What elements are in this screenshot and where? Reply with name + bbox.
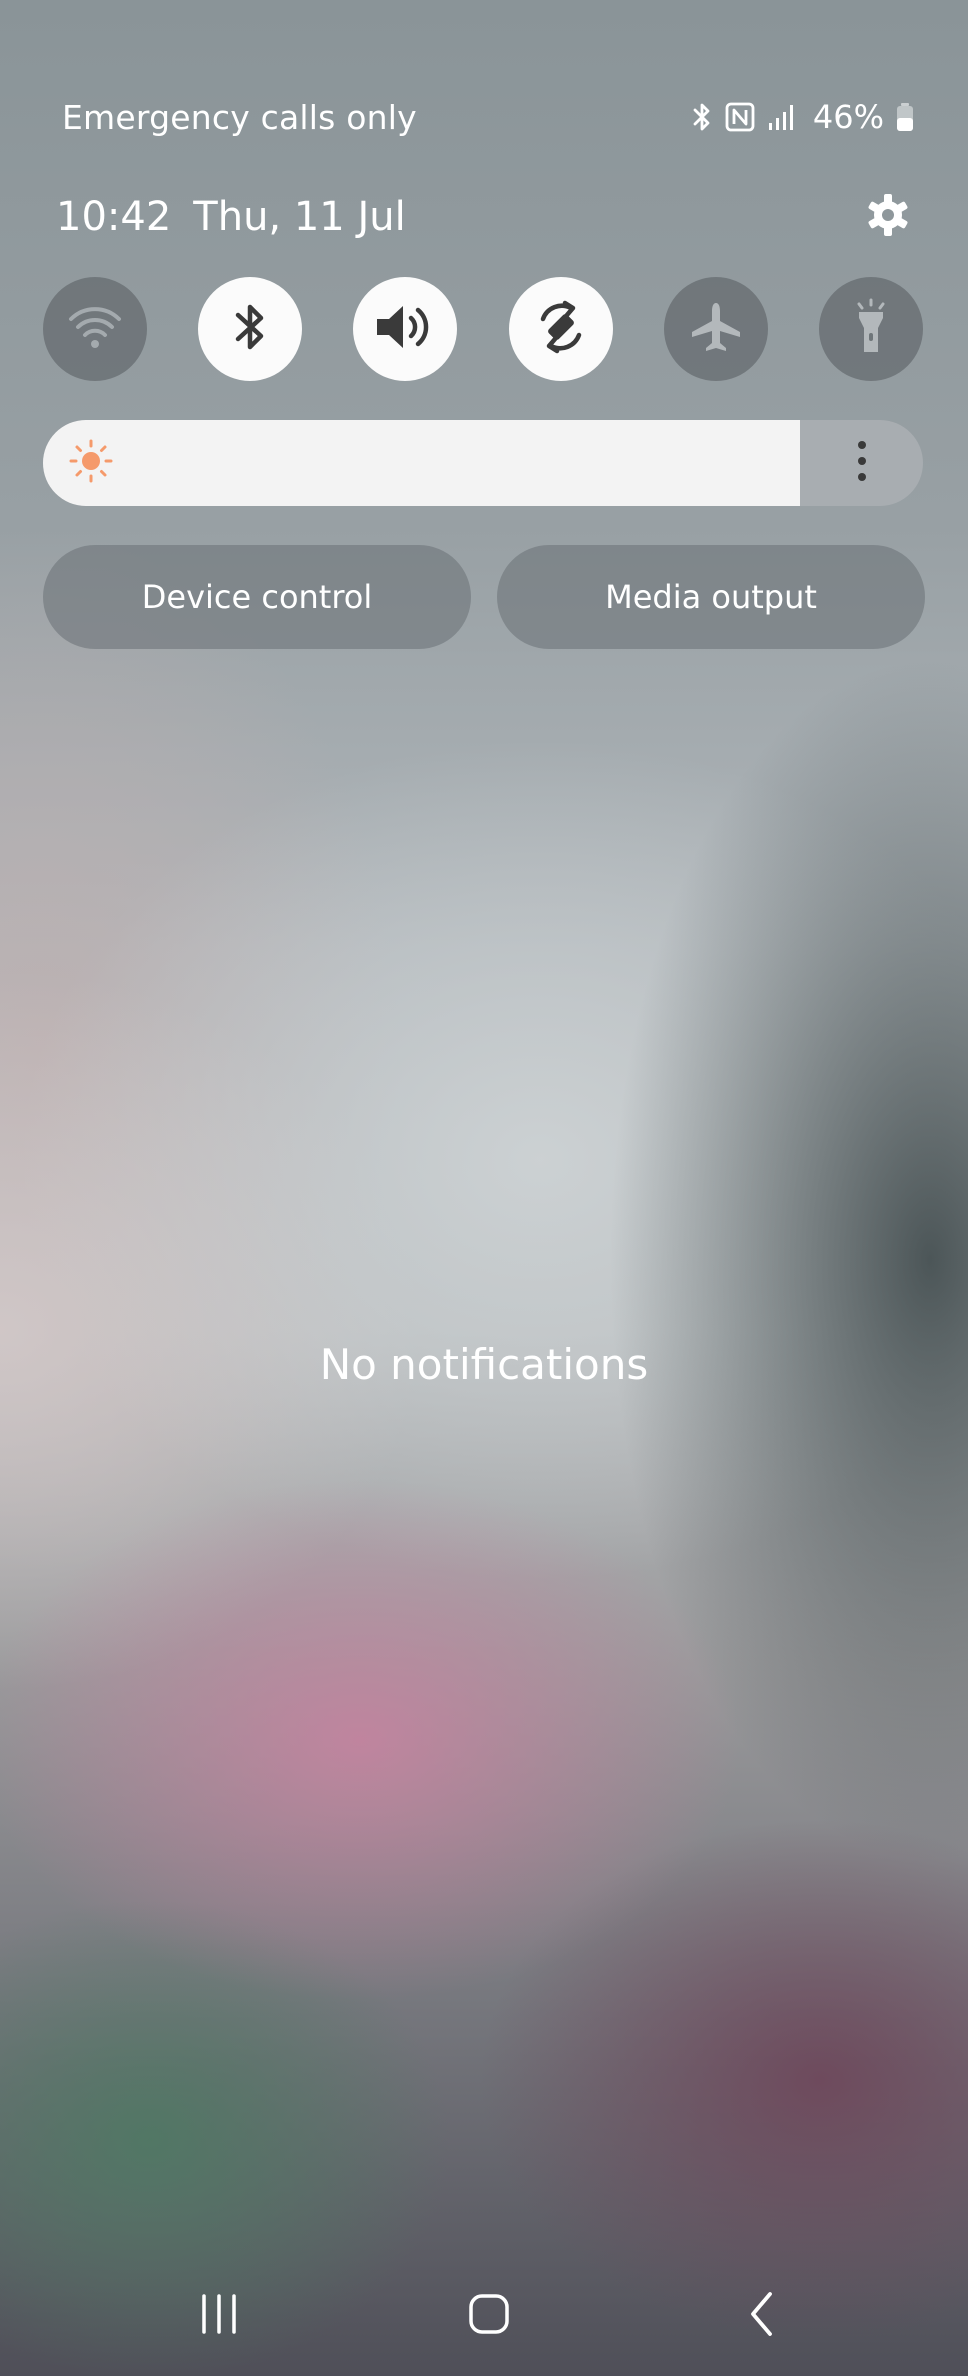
datetime: 10:42 Thu, 11 Jul xyxy=(56,194,406,240)
battery-icon xyxy=(896,102,914,132)
clock-time[interactable]: 10:42 xyxy=(56,194,171,240)
back-button[interactable] xyxy=(716,2278,806,2354)
status-bar: Emergency calls only 46% xyxy=(62,90,914,144)
bluetooth-icon xyxy=(691,101,713,133)
recents-button[interactable] xyxy=(174,2278,264,2354)
carrier-text: Emergency calls only xyxy=(62,97,417,137)
toggle-torch[interactable] xyxy=(818,277,923,381)
status-icons: 46% xyxy=(691,98,914,136)
date-text[interactable]: Thu, 11 Jul xyxy=(193,194,405,240)
flashlight-icon xyxy=(851,298,891,360)
back-icon xyxy=(745,2290,777,2342)
toggle-airplane-mode[interactable] xyxy=(663,277,768,381)
toggle-sound[interactable] xyxy=(353,277,458,381)
quick-toggles xyxy=(43,277,923,383)
no-notifications-text: No notifications xyxy=(319,1340,649,1389)
home-button[interactable] xyxy=(444,2278,534,2354)
battery-percent: 46% xyxy=(812,98,884,136)
sun-icon xyxy=(67,437,115,489)
signal-icon xyxy=(767,103,797,131)
brightness-more-button[interactable] xyxy=(800,420,923,506)
home-icon xyxy=(467,2292,511,2340)
more-vert-icon xyxy=(856,439,868,487)
volume-icon xyxy=(373,301,437,357)
toggle-bluetooth[interactable] xyxy=(198,277,303,381)
rotate-icon xyxy=(531,297,591,361)
wifi-icon xyxy=(67,303,123,355)
bluetooth-icon xyxy=(230,299,270,359)
header: 10:42 Thu, 11 Jul xyxy=(56,182,918,252)
nfc-icon xyxy=(725,102,755,132)
gear-icon xyxy=(864,191,912,243)
toggle-auto-rotate[interactable] xyxy=(508,277,613,381)
device-control-button[interactable]: Device control xyxy=(43,545,471,649)
recents-icon xyxy=(197,2292,241,2340)
device-control-label: Device control xyxy=(141,578,373,616)
toggle-wifi[interactable] xyxy=(43,277,147,381)
navigation-bar xyxy=(0,2278,968,2354)
media-output-label: Media output xyxy=(605,578,817,616)
brightness-level[interactable] xyxy=(43,420,800,506)
media-output-button[interactable]: Media output xyxy=(497,545,925,649)
airplane-icon xyxy=(688,299,744,359)
brightness-slider[interactable] xyxy=(43,420,923,506)
settings-button[interactable] xyxy=(858,187,918,247)
